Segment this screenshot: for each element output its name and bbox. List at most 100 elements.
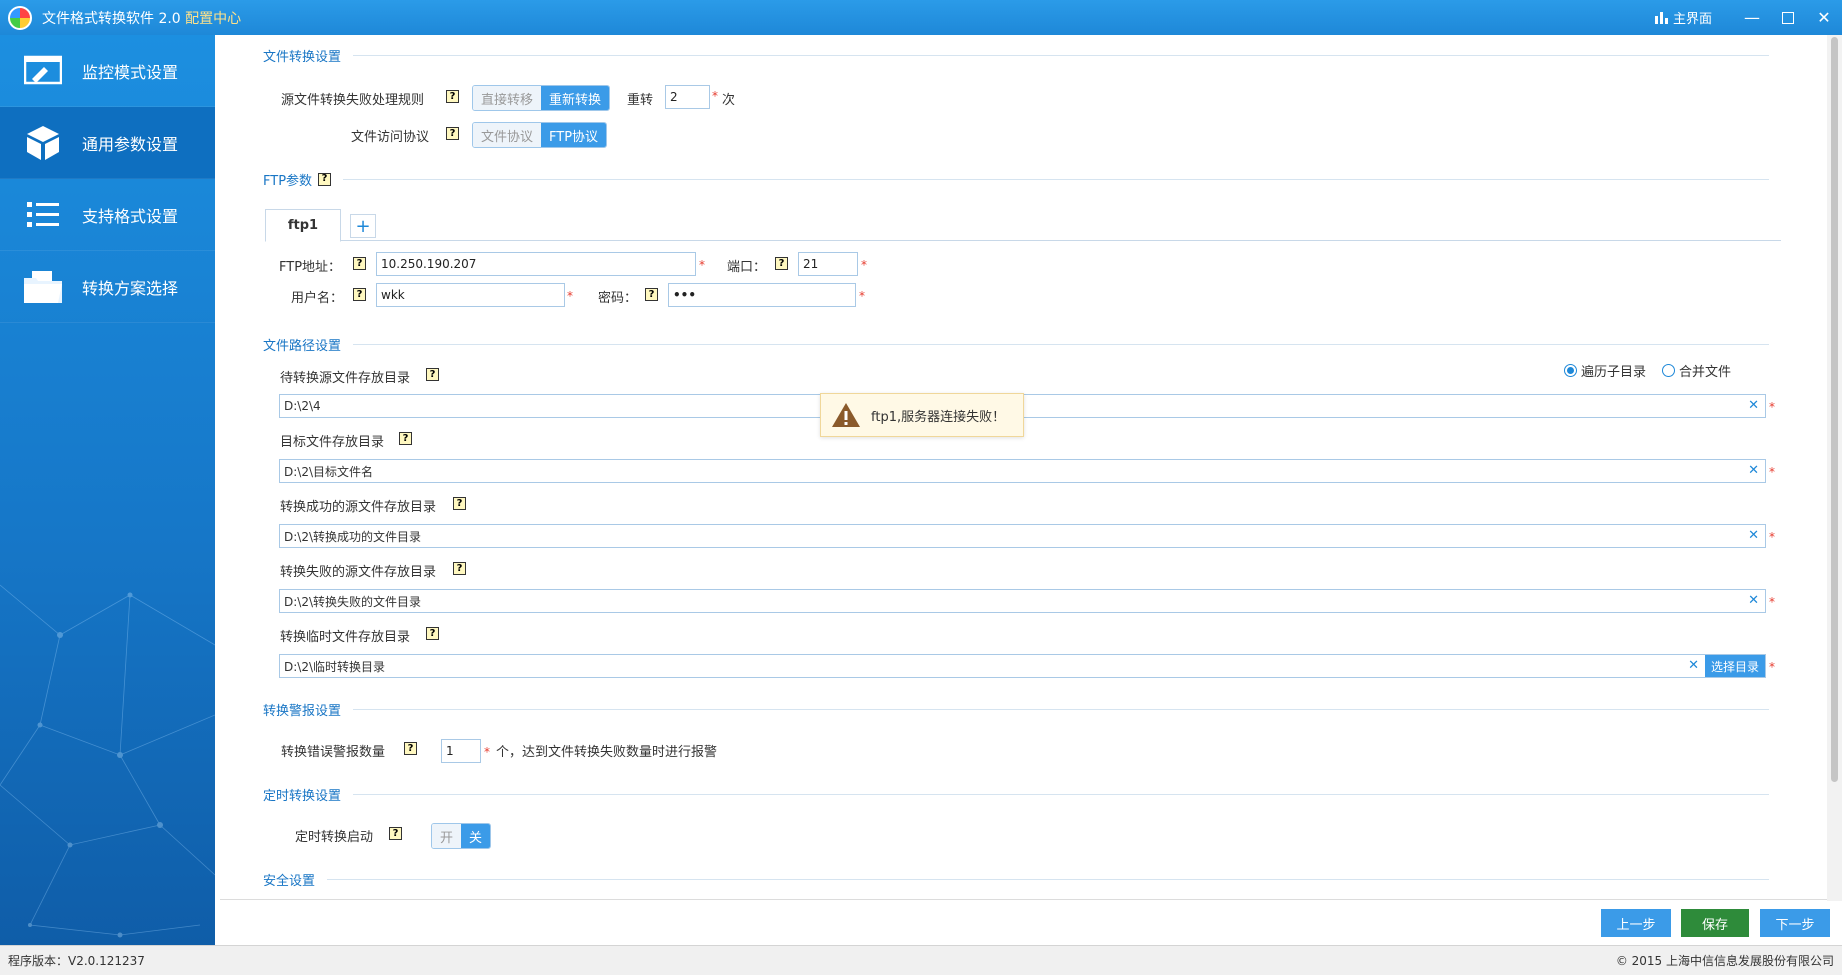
save-button[interactable]: 保存 — [1681, 909, 1749, 937]
clear-icon[interactable]: ✕ — [1748, 398, 1759, 413]
sidebar-item-convert-scheme[interactable]: 转换方案选择 — [0, 251, 215, 323]
temp-dir-input[interactable]: D:\2\临时转换目录 ✕ 选择目录 — [279, 654, 1766, 678]
sidebar-item-monitor-mode[interactable]: 监控模式设置 — [0, 35, 215, 107]
monitor-edit-icon — [24, 54, 62, 88]
required-mark: * — [699, 258, 705, 272]
sidebar-item-label: 转换方案选择 — [82, 278, 179, 298]
clear-icon[interactable]: ✕ — [1748, 528, 1759, 543]
required-mark: * — [484, 745, 490, 759]
section-ftp-params: FTP参数 ? — [263, 169, 1769, 189]
choose-directory-button[interactable]: 选择目录 — [1705, 655, 1765, 677]
fail-rule-label: 源文件转换失败处理规则 — [281, 93, 425, 108]
temp-dir-label: 转换临时文件存放目录 — [280, 630, 411, 645]
ftp-address-input[interactable]: 10.250.190.207 — [376, 252, 696, 276]
version-text: 程序版本：V2.0.121237 — [8, 954, 145, 968]
help-icon[interactable]: ? — [453, 562, 466, 575]
prev-step-button[interactable]: 上一步 — [1601, 909, 1671, 937]
sidebar-item-label: 通用参数设置 — [82, 134, 179, 154]
failed-dir-label: 转换失败的源文件存放目录 — [280, 565, 437, 580]
retry-label: 重转 — [627, 93, 654, 108]
toast-message: ftp1,服务器连接失败！ — [871, 409, 1006, 425]
help-icon[interactable]: ? — [426, 627, 439, 640]
fail-rule-option-reconvert[interactable]: 重新转换 — [541, 86, 610, 110]
success-dir-label: 转换成功的源文件存放目录 — [280, 500, 437, 515]
help-icon[interactable]: ? — [453, 497, 466, 510]
alarm-count-input[interactable]: 1 — [441, 739, 481, 763]
help-icon[interactable]: ? — [775, 257, 788, 270]
tab-ftp1[interactable]: ftp1 — [265, 209, 341, 242]
protocol-option-file[interactable]: 文件协议 — [473, 123, 542, 147]
section-title: FTP参数 — [263, 173, 313, 189]
section-title: 定时转换设置 — [263, 788, 342, 804]
help-icon[interactable]: ? — [446, 90, 459, 103]
plus-icon: + — [355, 215, 371, 237]
toggle-off[interactable]: 关 — [461, 824, 491, 848]
toggle-on[interactable]: 开 — [432, 824, 462, 848]
scrollbar-thumb[interactable] — [1831, 37, 1838, 782]
section-title: 安全设置 — [263, 873, 316, 889]
source-dir-label: 待转换源文件存放目录 — [280, 371, 411, 386]
protocol-option-ftp[interactable]: FTP协议 — [541, 123, 607, 147]
ftp-address-label: FTP地址： — [279, 260, 342, 275]
main-content: 文件转换设置 源文件转换失败处理规则 ? 直接转移 重新转换 重转 2 * 次 … — [215, 0, 1827, 900]
scheduled-toggle: 开 关 — [431, 823, 492, 849]
section-title: 文件转换设置 — [263, 49, 342, 65]
help-icon[interactable]: ? — [446, 127, 459, 140]
sidebar-item-label: 监控模式设置 — [82, 62, 179, 82]
ftp-tabs: ftp1 + — [265, 209, 1781, 242]
clear-icon[interactable]: ✕ — [1748, 463, 1759, 478]
failed-dir-value: D:\2\转换失败的文件目录 — [284, 594, 422, 609]
help-icon[interactable]: ? — [645, 288, 658, 301]
help-icon[interactable]: ? — [389, 827, 402, 840]
help-icon[interactable]: ? — [353, 257, 366, 270]
help-icon[interactable]: ? — [426, 368, 439, 381]
section-file-paths: 文件路径设置 — [263, 334, 1769, 354]
folder-icon — [24, 270, 62, 304]
sidebar-item-format-settings[interactable]: 支持格式设置 — [0, 179, 215, 251]
sidebar-item-general-params[interactable]: 通用参数设置 — [0, 107, 215, 179]
alarm-count-suffix: 个，达到文件转换失败数量时进行报警 — [496, 745, 718, 760]
error-toast: ftp1,服务器连接失败！ — [820, 393, 1024, 437]
clear-icon[interactable]: ✕ — [1748, 593, 1759, 608]
radio-label: 遍历子目录 — [1581, 365, 1647, 380]
help-icon[interactable]: ? — [404, 742, 417, 755]
footer-divider — [220, 899, 1827, 900]
help-icon[interactable]: ? — [399, 432, 412, 445]
section-title: 文件路径设置 — [263, 338, 342, 354]
required-mark: * — [1769, 400, 1775, 414]
fail-rule-option-direct-move[interactable]: 直接转移 — [473, 86, 542, 110]
ftp-port-label: 端口： — [727, 260, 767, 275]
status-bar: 程序版本：V2.0.121237 © 2015 上海中信信息发展股份有限公司 — [0, 945, 1842, 975]
required-mark: * — [859, 289, 865, 303]
retry-count-input[interactable]: 2 — [665, 85, 710, 109]
target-dir-input[interactable]: D:\2\目标文件名 ✕ — [279, 459, 1766, 483]
scheduled-start-label: 定时转换启动 — [295, 830, 374, 845]
success-dir-input[interactable]: D:\2\转换成功的文件目录 ✕ — [279, 524, 1766, 548]
clear-icon[interactable]: ✕ — [1688, 658, 1699, 673]
section-scheduled: 定时转换设置 — [263, 784, 1769, 804]
required-mark: * — [861, 258, 867, 272]
ftp-port-input[interactable]: 21 — [798, 252, 858, 276]
radio-merge-files[interactable]: 合并文件 — [1662, 361, 1731, 380]
next-step-button[interactable]: 下一步 — [1760, 909, 1830, 937]
add-tab-button[interactable]: + — [350, 214, 376, 238]
help-icon[interactable]: ? — [353, 288, 366, 301]
section-alarm: 转换警报设置 — [263, 699, 1769, 719]
app-title-text: 文件格式转换软件 2.0 — [42, 10, 181, 27]
help-icon[interactable]: ? — [318, 172, 332, 186]
radio-traverse-subdirs[interactable]: 遍历子目录 — [1564, 361, 1646, 380]
radio-dot — [1564, 364, 1577, 377]
alarm-count-label: 转换错误警报数量 — [281, 745, 386, 760]
radio-label: 合并文件 — [1679, 365, 1732, 380]
section-title: 转换警报设置 — [263, 703, 342, 719]
sidebar-item-label: 支持格式设置 — [82, 206, 179, 226]
vertical-scrollbar[interactable] — [1827, 35, 1842, 901]
path-mode-radio-group: 遍历子目录 合并文件 — [1564, 361, 1731, 380]
ftp-password-input[interactable]: ••• — [668, 283, 856, 307]
window-title: 文件格式转换软件 2.0 配置中心 — [42, 8, 241, 28]
ftp-user-input[interactable]: wkk — [376, 283, 565, 307]
app-logo-icon — [8, 5, 32, 30]
warning-icon — [832, 403, 860, 427]
failed-dir-input[interactable]: D:\2\转换失败的文件目录 ✕ — [279, 589, 1766, 613]
fail-rule-segmented: 直接转移 重新转换 — [472, 85, 611, 111]
